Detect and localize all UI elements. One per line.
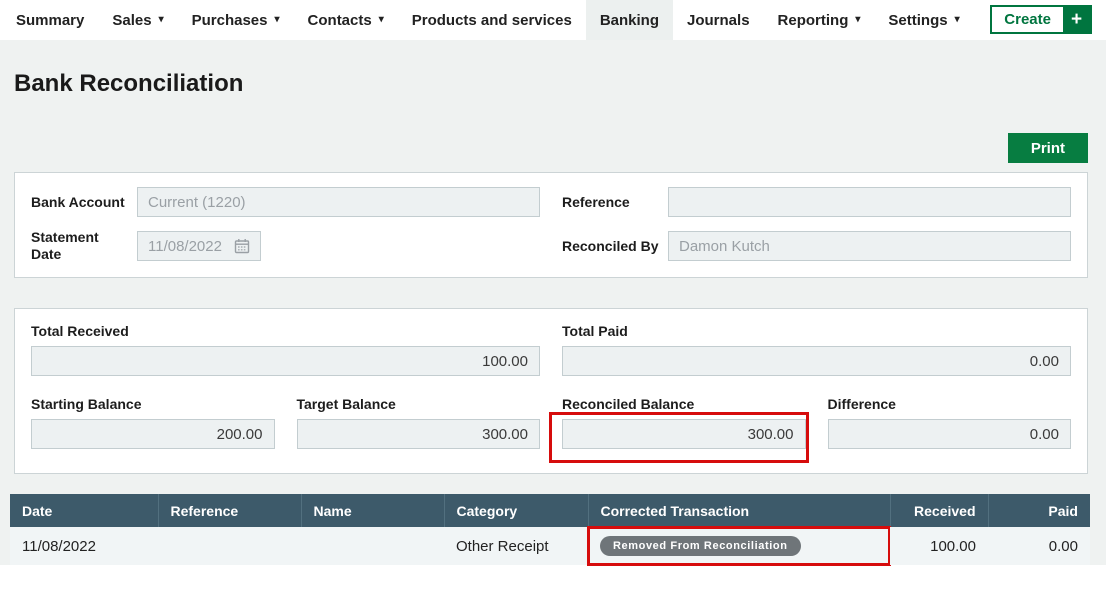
totals-panel: Total Received 100.00 Total Paid 0.00 St… xyxy=(14,308,1088,474)
nav-item-summary[interactable]: Summary xyxy=(2,0,98,40)
nav-item-label: Banking xyxy=(600,12,659,29)
chevron-down-icon: ▾ xyxy=(955,15,960,25)
plus-icon: + xyxy=(1063,7,1090,32)
statement-date-input[interactable]: 11/08/2022 xyxy=(137,231,261,261)
cell-name xyxy=(301,527,444,565)
starting-balance-cell: Starting Balance 200.00 xyxy=(31,396,275,449)
reconciled-balance-value: 300.00 xyxy=(562,419,806,449)
target-balance-cell: Target Balance 300.00 xyxy=(297,396,541,449)
chevron-down-icon: ▾ xyxy=(379,15,384,25)
nav-item-contacts[interactable]: Contacts ▾ xyxy=(294,0,398,40)
print-row: Print xyxy=(14,133,1088,163)
reference-row: Reference xyxy=(562,187,1071,217)
nav-item-journals[interactable]: Journals xyxy=(673,0,764,40)
nav-item-label: Sales xyxy=(112,12,151,29)
cell-paid: 0.00 xyxy=(988,527,1090,565)
total-paid-value: 0.00 xyxy=(562,346,1071,376)
cell-category: Other Receipt xyxy=(444,527,588,565)
statement-date-label: Statement Date xyxy=(31,229,137,263)
nav-item-label: Reporting xyxy=(778,12,849,29)
column-header-reference: Reference xyxy=(158,494,301,527)
nav-item-settings[interactable]: Settings ▾ xyxy=(874,0,973,40)
total-received-cell: Total Received 100.00 xyxy=(31,323,540,376)
chevron-down-icon: ▾ xyxy=(275,15,280,25)
difference-value: 0.00 xyxy=(828,419,1072,449)
table-row[interactable]: 11/08/2022 Other Receipt Removed From Re… xyxy=(10,527,1090,565)
transactions-table-section: Date Reference Name Category Corrected T… xyxy=(10,494,1090,565)
top-navigation: Summary Sales ▾ Purchases ▾ Contacts ▾ Prod… xyxy=(0,0,1106,40)
reconciled-by-row: Reconciled By xyxy=(562,229,1071,263)
transactions-table: Date Reference Name Category Corrected T… xyxy=(10,494,1090,565)
cell-received: 100.00 xyxy=(890,527,988,565)
column-header-paid: Paid xyxy=(988,494,1090,527)
bank-account-input[interactable] xyxy=(137,187,540,217)
target-balance-value: 300.00 xyxy=(297,419,541,449)
difference-cell: Difference 0.00 xyxy=(828,396,1072,449)
starting-balance-label: Starting Balance xyxy=(31,396,275,413)
reconciled-by-label: Reconciled By xyxy=(562,238,668,255)
reference-input[interactable] xyxy=(668,187,1071,217)
bottom-whitespace xyxy=(0,565,1106,589)
nav-item-label: Settings xyxy=(888,12,947,29)
page-title: Bank Reconciliation xyxy=(14,70,1106,98)
create-button-label: Create xyxy=(992,7,1063,32)
nav-item-products-and-services[interactable]: Products and services xyxy=(398,0,586,40)
total-paid-label: Total Paid xyxy=(562,323,1071,340)
nav-item-label: Purchases xyxy=(192,12,268,29)
starting-balance-value: 200.00 xyxy=(31,419,275,449)
cell-reference xyxy=(158,527,301,565)
column-header-category: Category xyxy=(444,494,588,527)
reconciled-by-input[interactable] xyxy=(668,231,1071,261)
calendar-icon[interactable] xyxy=(234,238,250,254)
nav-item-sales[interactable]: Sales ▾ xyxy=(98,0,177,40)
column-header-received: Received xyxy=(890,494,988,527)
nav-item-label: Summary xyxy=(16,12,84,29)
print-button[interactable]: Print xyxy=(1008,133,1088,163)
nav-item-reporting[interactable]: Reporting ▾ xyxy=(764,0,875,40)
total-paid-cell: Total Paid 0.00 xyxy=(562,323,1071,376)
chevron-down-icon: ▾ xyxy=(855,15,860,25)
nav-item-purchases[interactable]: Purchases ▾ xyxy=(178,0,294,40)
reconciled-balance-cell: Reconciled Balance 300.00 xyxy=(562,396,806,449)
reconciliation-details-panel: Bank Account Reference Statement Date 11… xyxy=(14,172,1088,278)
statement-date-row: Statement Date 11/08/2022 xyxy=(31,229,540,263)
bank-account-row: Bank Account xyxy=(31,187,540,217)
cell-date: 11/08/2022 xyxy=(10,527,158,565)
cell-corrected-transaction: Removed From Reconciliation xyxy=(588,527,890,565)
nav-item-label: Products and services xyxy=(412,12,572,29)
nav-item-label: Journals xyxy=(687,12,750,29)
statement-date-value: 11/08/2022 xyxy=(148,238,222,255)
total-received-value: 100.00 xyxy=(31,346,540,376)
removed-from-reconciliation-badge: Removed From Reconciliation xyxy=(600,536,801,556)
reconciled-balance-label: Reconciled Balance xyxy=(562,396,806,413)
total-received-label: Total Received xyxy=(31,323,540,340)
column-header-corrected-transaction: Corrected Transaction xyxy=(588,494,890,527)
create-button[interactable]: Create + xyxy=(990,5,1092,34)
difference-label: Difference xyxy=(828,396,1072,413)
nav-item-banking[interactable]: Banking xyxy=(586,0,673,40)
table-header-row: Date Reference Name Category Corrected T… xyxy=(10,494,1090,527)
column-header-date: Date xyxy=(10,494,158,527)
column-header-name: Name xyxy=(301,494,444,527)
target-balance-label: Target Balance xyxy=(297,396,541,413)
bank-account-label: Bank Account xyxy=(31,194,137,211)
nav-item-label: Contacts xyxy=(308,12,372,29)
reference-label: Reference xyxy=(562,194,668,211)
chevron-down-icon: ▾ xyxy=(159,15,164,25)
